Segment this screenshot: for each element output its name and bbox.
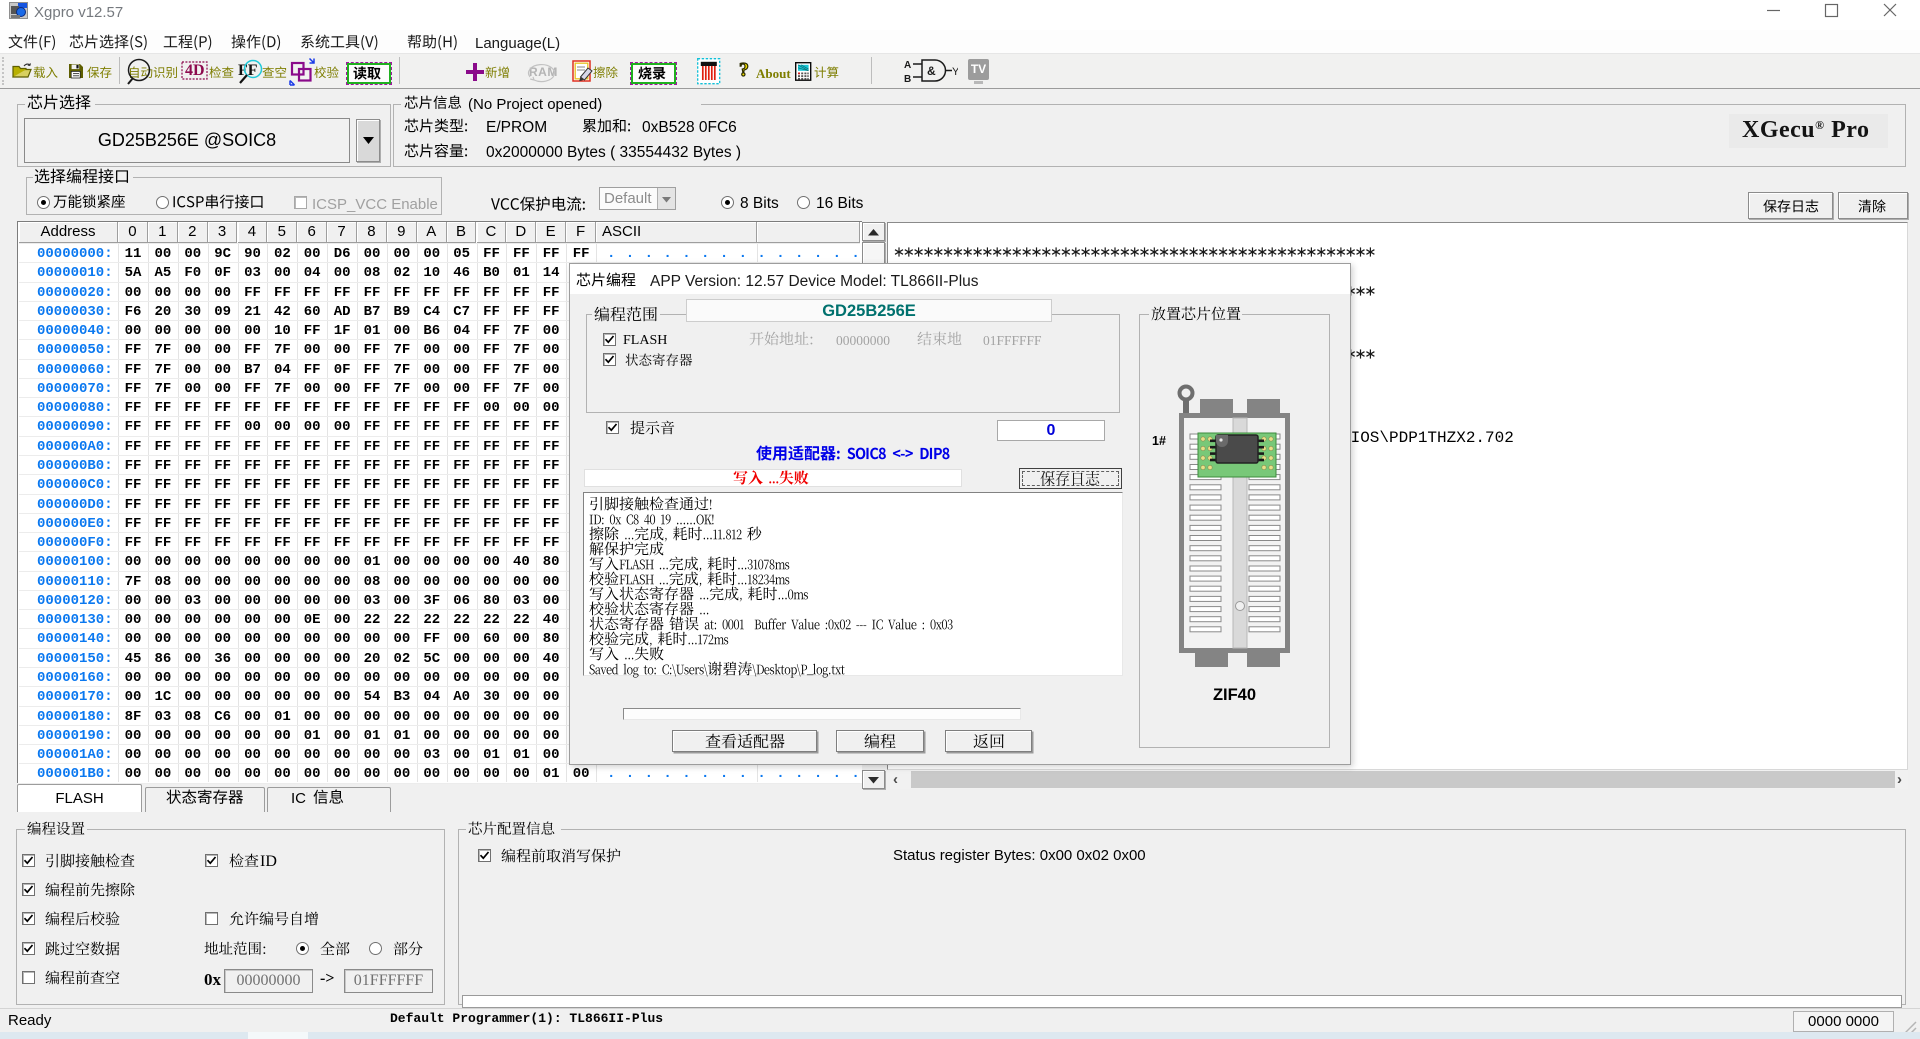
- svg-text:Y: Y: [952, 66, 958, 78]
- svg-text:B: B: [904, 74, 911, 85]
- svg-text:&: &: [927, 64, 936, 78]
- svg-text:A: A: [904, 60, 911, 71]
